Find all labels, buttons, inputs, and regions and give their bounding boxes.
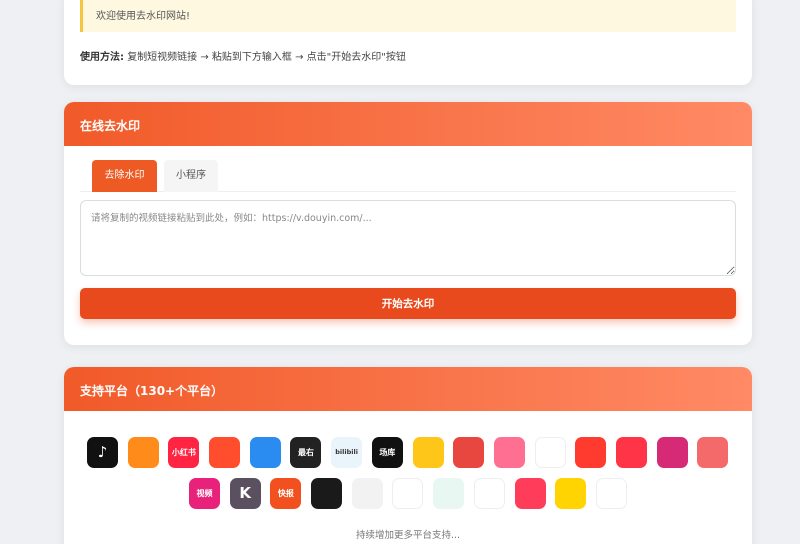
welcome-notice: 欢迎使用去水印网站! — [80, 0, 736, 32]
tool-tabs: 去除水印 小程序 — [80, 160, 736, 192]
k-icon: K — [229, 478, 261, 509]
start-remove-watermark-button[interactable]: 开始去水印 — [80, 288, 736, 319]
usage-label: 使用方法: — [80, 52, 124, 63]
target-play-icon — [615, 437, 647, 468]
play-circle-blue-icon — [249, 437, 281, 468]
colorful-play-icon — [534, 437, 566, 468]
usage-text: 复制短视频链接 → 粘贴到下方输入框 → 点击"开始去水印"按钮 — [127, 52, 406, 63]
zuiyou-icon: 最右 — [290, 437, 322, 468]
yellow-play-bag-icon — [392, 478, 424, 509]
platform-row-1: ♪ 小红书 最右 bilibili 场库 — [87, 437, 729, 468]
city-skyline-icon — [473, 478, 505, 509]
tab-mini-program[interactable]: 小程序 — [164, 160, 218, 192]
camera-eye-icon — [351, 478, 383, 509]
chat-bubble-icon — [595, 478, 627, 509]
tab-remove-watermark[interactable]: 去除水印 — [92, 160, 157, 192]
platform-row-2: 视频 K 快报 — [189, 478, 627, 509]
more-platforms-text: 持续增加更多平台支持... — [355, 530, 461, 541]
usage-instructions: 使用方法: 复制短视频链接 → 粘贴到下方输入框 → 点击"开始去水印"按钮 — [80, 48, 406, 63]
monkey-icon — [453, 437, 485, 468]
funny-face-icon — [697, 437, 729, 468]
red-play-icon — [575, 437, 607, 468]
yellow-play-ring-icon — [555, 478, 587, 509]
platforms-card: 支持平台（130+个平台） ♪ 小红书 最右 bilibili 场库 视频 K 快报 持续增… — [64, 367, 752, 544]
xiaohongshu-icon: 小红书 — [168, 437, 200, 468]
tv-play-icon — [311, 478, 343, 509]
face-pink-icon — [493, 437, 525, 468]
platforms-title: 支持平台（130+个平台） — [64, 367, 752, 411]
tool-title: 在线去水印 — [64, 102, 752, 146]
watermark-tool-card: 在线去水印 去除水印 小程序 开始去水印 — [64, 102, 752, 345]
yellow-a-icon — [412, 437, 444, 468]
douyin-icon: ♪ — [87, 437, 118, 468]
bowl-icon — [433, 478, 465, 509]
instagram-icon — [656, 437, 688, 468]
video-camera-icon — [514, 478, 546, 509]
shipin-icon: 视频 — [189, 478, 220, 509]
bilibili-icon: bilibili — [331, 437, 363, 468]
kuaishou-grid-icon — [127, 437, 159, 468]
video-url-input[interactable] — [80, 200, 736, 276]
kuaibao-icon: 快报 — [270, 478, 302, 509]
intro-card: 欢迎使用去水印网站! 使用方法: 复制短视频链接 → 粘贴到下方输入框 → 点击… — [64, 0, 752, 85]
cartoon-app-icon — [209, 437, 241, 468]
changku-icon: 场库 — [371, 437, 403, 468]
